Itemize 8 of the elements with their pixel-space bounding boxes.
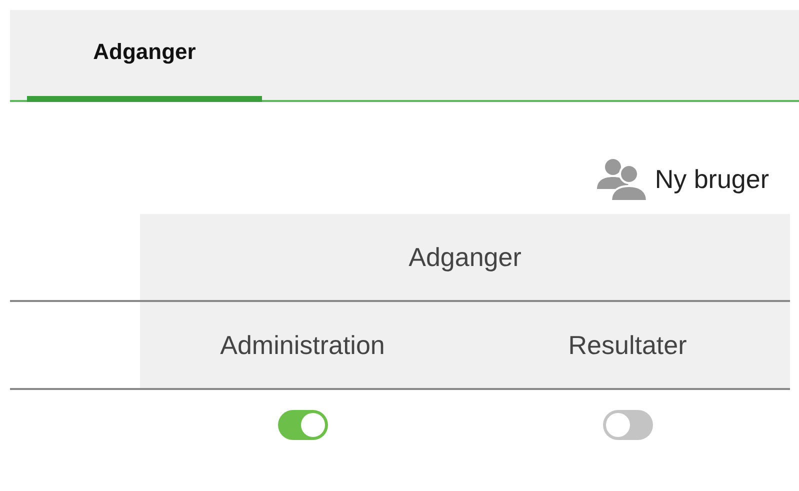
tab[interactable]: Adganger	[27, 12, 262, 102]
toggle-switch[interactable]	[278, 410, 328, 440]
column-group-header: Adganger	[140, 214, 790, 300]
column-header: Resultater	[465, 302, 790, 388]
users-icon	[594, 157, 647, 201]
new-user-button[interactable]: Ny bruger	[594, 157, 769, 201]
column-header: Administration	[140, 302, 465, 388]
toggle-switch[interactable]	[602, 410, 652, 440]
